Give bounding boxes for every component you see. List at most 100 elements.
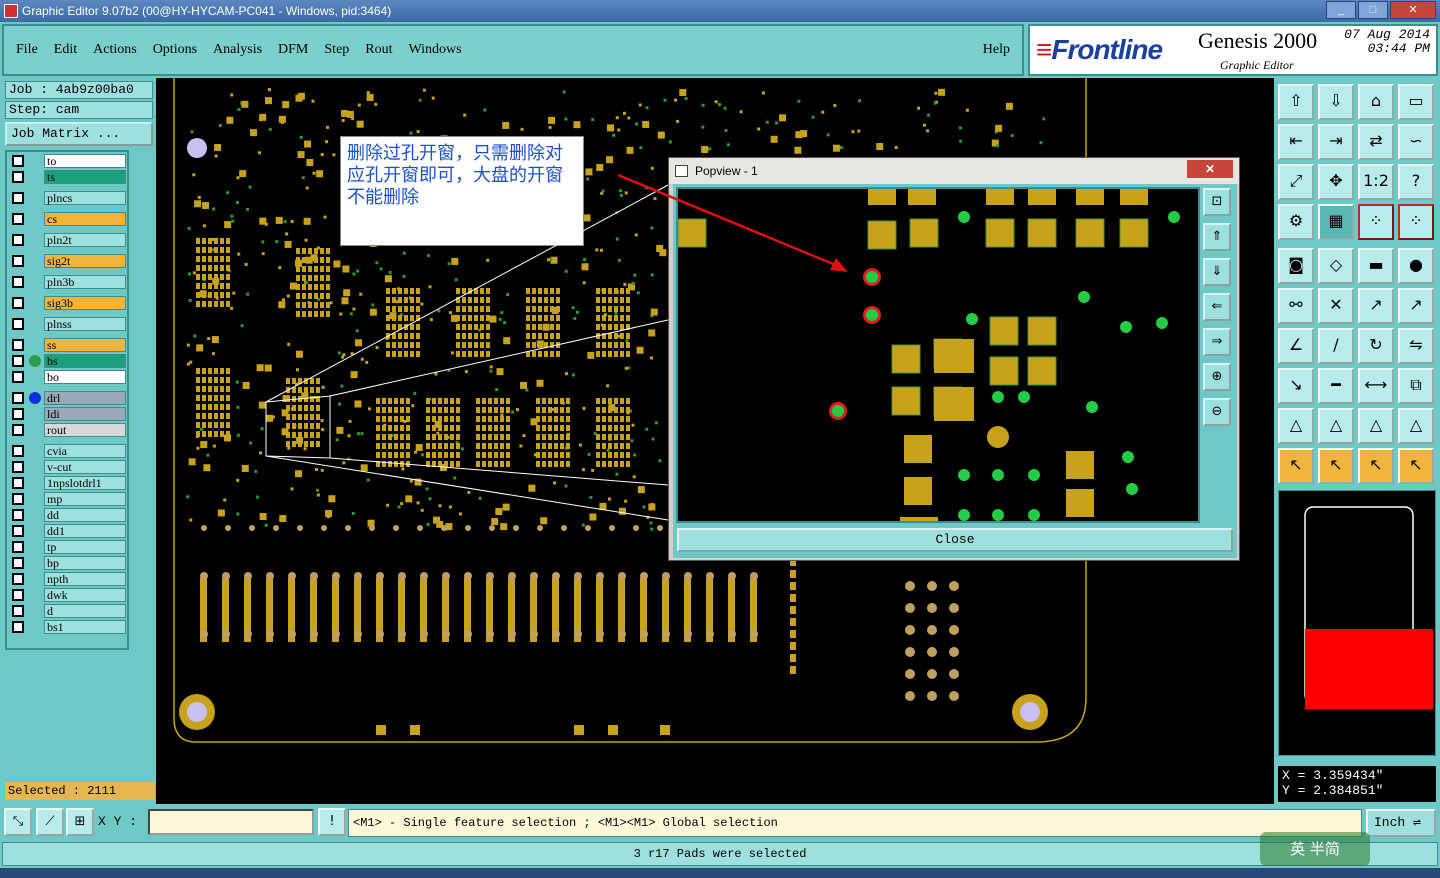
arc-a-icon[interactable]: ↗ — [1358, 288, 1394, 324]
line-a-icon[interactable]: ∠ — [1278, 328, 1314, 364]
menu-rout[interactable]: Rout — [365, 42, 392, 58]
tri-a-icon[interactable]: △ — [1278, 408, 1314, 444]
loop-icon[interactable]: ∽ — [1398, 124, 1434, 160]
layer-checkbox[interactable] — [12, 461, 24, 473]
popview-pan-left-icon[interactable]: ⇐ — [1203, 293, 1231, 321]
layer-row-1npslotdrl1[interactable]: 1npslotdrl1 — [10, 476, 126, 490]
layer-row-dwk[interactable]: dwk — [10, 588, 126, 602]
layer-checkbox[interactable] — [12, 213, 24, 225]
layer-name[interactable]: v-cut — [44, 460, 126, 474]
layer-row-mp[interactable]: mp — [10, 492, 126, 506]
tri-c-icon[interactable]: △ — [1358, 408, 1394, 444]
popview-close-button[interactable]: Close — [677, 528, 1233, 552]
snap-red-icon[interactable]: ⁘ — [1358, 204, 1394, 240]
layer-name[interactable]: bp — [44, 556, 126, 570]
settings-icon[interactable]: ⚙ — [1278, 204, 1314, 240]
popview-canvas[interactable] — [676, 187, 1200, 523]
layer-checkbox[interactable] — [12, 255, 24, 267]
layer-checkbox[interactable] — [12, 445, 24, 457]
layer-name[interactable]: tp — [44, 540, 126, 554]
layer-row-sig3b[interactable]: sig3b — [10, 296, 126, 310]
menu-windows[interactable]: Windows — [409, 42, 462, 58]
popview-zoom-out-icon[interactable]: ⊖ — [1203, 398, 1231, 426]
swap-icon[interactable]: ⇄ — [1358, 124, 1394, 160]
menu-analysis[interactable]: Analysis — [213, 42, 262, 58]
popview-close-x[interactable]: ✕ — [1187, 160, 1233, 178]
layer-row-ss[interactable]: ss — [10, 338, 126, 352]
layer-row-rout[interactable]: rout — [10, 423, 126, 437]
layer-row-dd1[interactable]: dd1 — [10, 524, 126, 538]
select2-icon[interactable]: ↖ — [1318, 448, 1354, 484]
layer-row-bs1[interactable]: bs1 — [10, 620, 126, 634]
dot-icon[interactable]: ● — [1398, 248, 1434, 284]
layer-row-plncs[interactable]: plncs — [10, 191, 126, 205]
unit-selector[interactable]: Inch ⇌ — [1366, 809, 1436, 837]
layer-checkbox[interactable] — [12, 339, 24, 351]
minimize-button[interactable]: _ — [1326, 1, 1356, 19]
layer-name[interactable]: dd1 — [44, 524, 126, 538]
layer-checkbox[interactable] — [12, 573, 24, 585]
layer-checkbox[interactable] — [12, 371, 24, 383]
popview-pan-right-icon[interactable]: ⇒ — [1203, 328, 1231, 356]
layer-name[interactable]: sig2t — [44, 254, 126, 268]
layer-name[interactable]: bo — [44, 370, 126, 384]
layer-name[interactable]: pln3b — [44, 275, 126, 289]
layer-checkbox[interactable] — [12, 493, 24, 505]
layer-checkbox[interactable] — [12, 155, 24, 167]
zoom-fit-icon[interactable]: ⤡ — [4, 808, 32, 836]
menu-dfm[interactable]: DFM — [278, 42, 308, 58]
layer-name[interactable]: drl — [44, 391, 126, 405]
layer-row-drl[interactable]: drl — [10, 391, 126, 405]
maximize-button[interactable]: □ — [1358, 1, 1388, 19]
popview-pan-up-icon[interactable]: ⇑ — [1203, 223, 1231, 251]
select3-icon[interactable]: ↖ — [1358, 448, 1394, 484]
grid-icon[interactable]: ▦ — [1318, 204, 1354, 240]
layer-name[interactable]: to — [44, 154, 126, 168]
layer-name[interactable]: bs1 — [44, 620, 126, 634]
layer-checkbox[interactable] — [12, 392, 24, 404]
layer-name[interactable]: plncs — [44, 191, 126, 205]
layer-name[interactable]: bs — [44, 354, 126, 368]
layer-checkbox[interactable] — [12, 541, 24, 553]
grid-toggle-icon[interactable]: ⊞ — [66, 808, 94, 836]
layer-checkbox[interactable] — [12, 171, 24, 183]
layer-name[interactable]: 1npslotdrl1 — [44, 476, 126, 490]
layer-name[interactable]: ts — [44, 170, 126, 184]
layer-name[interactable]: ldi — [44, 407, 126, 421]
home-icon[interactable]: ⌂ — [1358, 84, 1394, 120]
layer-checkbox[interactable] — [12, 192, 24, 204]
menu-edit[interactable]: Edit — [54, 42, 77, 58]
connect-icon[interactable]: ⚯ — [1278, 288, 1314, 324]
ruler-icon[interactable]: ▬ — [1358, 248, 1394, 284]
layer-row-pln2t[interactable]: pln2t — [10, 233, 126, 247]
cross-icon[interactable]: ✕ — [1318, 288, 1354, 324]
job-matrix-button[interactable]: Job Matrix ... — [5, 122, 153, 146]
layer-row-npth[interactable]: npth — [10, 572, 126, 586]
layer-row-ldi[interactable]: ldi — [10, 407, 126, 421]
mirror-icon[interactable]: ⇋ — [1398, 328, 1434, 364]
polygon-icon[interactable]: ◇ — [1318, 248, 1354, 284]
mini-map[interactable] — [1278, 490, 1436, 756]
line-b-icon[interactable]: / — [1318, 328, 1354, 364]
minus-icon[interactable]: ━ — [1318, 368, 1354, 404]
layer-row-dd[interactable]: dd — [10, 508, 126, 522]
menu-file[interactable]: File — [16, 42, 38, 58]
layer-row-v-cut[interactable]: v-cut — [10, 460, 126, 474]
layer-checkbox[interactable] — [12, 276, 24, 288]
menu-help[interactable]: Help — [983, 42, 1010, 58]
layer-name[interactable]: rout — [44, 423, 126, 437]
menu-options[interactable]: Options — [153, 42, 197, 58]
layer-checkbox[interactable] — [12, 408, 24, 420]
menu-step[interactable]: Step — [324, 42, 349, 58]
snap-red2-icon[interactable]: ⁘ — [1398, 204, 1434, 240]
layer-checkbox[interactable] — [12, 477, 24, 489]
center-icon[interactable]: ✥ — [1318, 164, 1354, 200]
fit-icon[interactable]: ⤢ — [1278, 164, 1314, 200]
pad-icon[interactable]: ◙ — [1278, 248, 1314, 284]
layer-checkbox[interactable] — [12, 297, 24, 309]
tri-b-icon[interactable]: △ — [1318, 408, 1354, 444]
alert-icon[interactable]: ! — [318, 808, 346, 836]
layer-checkbox[interactable] — [12, 525, 24, 537]
layer-name[interactable]: dwk — [44, 588, 126, 602]
layer-name[interactable]: d — [44, 604, 126, 618]
